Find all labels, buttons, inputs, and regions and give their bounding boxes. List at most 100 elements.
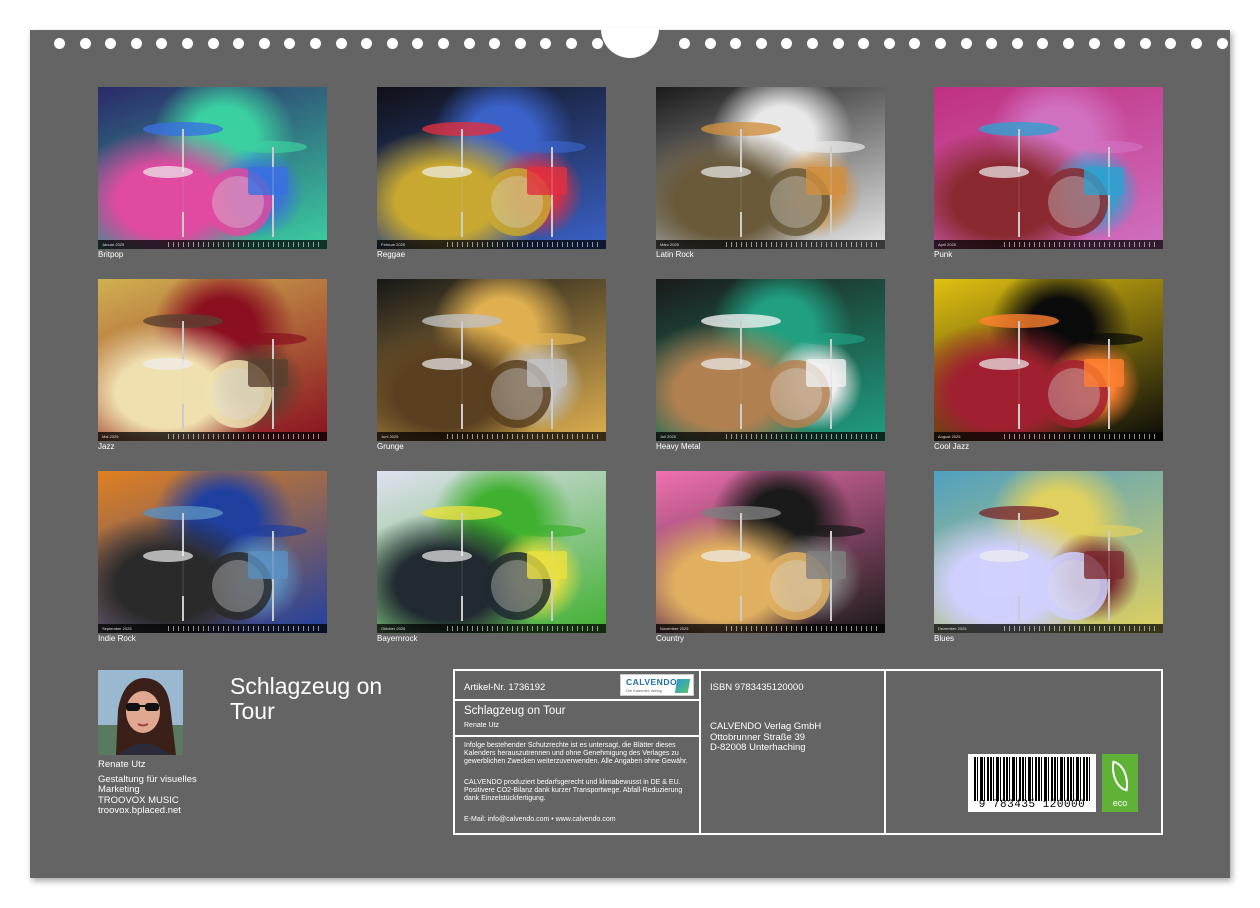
binding-hole	[1088, 38, 1100, 49]
month-name: August 2025	[938, 434, 961, 439]
calvendo-logo: CALVENDO Die Kalender-Verlag	[620, 674, 694, 696]
barcode-bars	[974, 757, 1090, 801]
isbn: ISBN 9783435120000	[710, 682, 804, 693]
day-cells	[726, 626, 881, 631]
binding-hole	[361, 38, 373, 49]
binding-hole	[781, 38, 793, 49]
month-caption: Bayernrock	[377, 634, 418, 643]
month-name: Dezember 2025	[938, 626, 967, 631]
publisher-city: D-82008 Unterhaching	[710, 742, 806, 753]
binding-hole	[386, 38, 398, 49]
month-name: November 2025	[660, 626, 689, 631]
binding-hole	[1063, 38, 1074, 49]
logo-mark-icon	[674, 679, 691, 693]
leaf-icon	[1107, 760, 1133, 792]
drum-kit-illustration	[979, 314, 1143, 429]
logo-tag: Die Kalender-Verlag	[626, 688, 662, 693]
binding-hole	[909, 38, 921, 49]
month-calendar-strip: Juni 2025	[377, 432, 606, 441]
binding-hole	[935, 38, 946, 49]
binding-hole	[730, 38, 742, 49]
binding-hole	[807, 38, 818, 49]
barcode-number: 9 783435 120000	[978, 799, 1086, 811]
day-cells	[168, 242, 323, 247]
calendar-title: Schlagzeug on Tour	[230, 674, 430, 724]
legal-notice: Infolge bestehender Schutzrechte ist es …	[464, 742, 688, 765]
month-caption: Britpop	[98, 250, 124, 259]
author-website: troovox.bplaced.net	[98, 805, 181, 816]
binding-hole	[679, 38, 690, 49]
month-photo: November 2025	[656, 471, 885, 633]
day-cells	[726, 242, 881, 247]
author-photo	[98, 670, 183, 755]
binding-hole	[540, 38, 552, 49]
binding-hole	[1037, 38, 1049, 49]
day-cells	[168, 626, 323, 631]
month-calendar-strip: April 2025	[934, 240, 1163, 249]
info-box: Artikel-Nr. 1736192 CALVENDO Die Kalende…	[453, 669, 1163, 835]
month-calendar-strip: Juli 2025	[656, 432, 885, 441]
month-photo: März 2025	[656, 87, 885, 249]
eco-note: CALVENDO produziert bedarfsgerecht und k…	[464, 779, 683, 802]
binding-hole	[566, 38, 577, 49]
month-photo: Juli 2025	[656, 279, 885, 441]
day-cells	[168, 434, 323, 439]
author-line: Marketing	[98, 784, 140, 795]
binding-hole	[1114, 38, 1126, 49]
binding-hole	[489, 38, 501, 49]
month-caption: Cool Jazz	[934, 442, 970, 451]
month-photo: April 2025	[934, 87, 1163, 249]
article-number: Artikel-Nr. 1736192	[464, 682, 546, 693]
binding-hole	[463, 38, 475, 49]
barcode: 9 783435 120000	[968, 754, 1096, 812]
month-photo: September 2025	[98, 471, 327, 633]
binding-hole	[960, 38, 972, 49]
divider	[455, 699, 701, 701]
month-name: April 2025	[938, 242, 957, 247]
drum-kit-illustration	[422, 506, 586, 621]
day-cells	[447, 434, 602, 439]
day-cells	[447, 242, 602, 247]
month-name: Oktober 2025	[381, 626, 406, 631]
month-calendar-strip: Dezember 2025	[934, 624, 1163, 633]
binding-hole	[438, 38, 449, 49]
book-author: Renate Utz	[464, 722, 500, 729]
eco-badge: eco	[1102, 754, 1138, 812]
day-cells	[1004, 626, 1159, 631]
binding-hole	[858, 38, 870, 49]
day-cells	[1004, 434, 1159, 439]
month-photo: August 2025	[934, 279, 1163, 441]
divider	[699, 671, 701, 833]
drum-kit-illustration	[979, 506, 1143, 621]
month-calendar-strip: Oktober 2025	[377, 624, 606, 633]
month-photo: Oktober 2025	[377, 471, 606, 633]
title-line: Schlagzeug on	[230, 673, 383, 699]
month-name: Februar 2025	[381, 242, 406, 247]
month-caption: Jazz	[98, 442, 115, 451]
binding-hole	[883, 38, 895, 49]
month-photo: Februar 2025	[377, 87, 606, 249]
binding-hole	[412, 38, 424, 49]
divider	[455, 735, 701, 737]
binding-hole	[591, 38, 603, 49]
month-caption: Reggae	[377, 250, 406, 259]
drum-kit-illustration	[701, 506, 865, 621]
binding-hole	[1216, 38, 1228, 49]
month-name: Juli 2025	[660, 434, 677, 439]
month-calendar-strip: Januar 2025	[98, 240, 327, 249]
author-info: Renate Utz Gestaltung für visuelles Mark…	[98, 759, 197, 817]
month-photo: Januar 2025	[98, 87, 327, 249]
binding-hole	[54, 38, 65, 49]
month-name: Januar 2025	[102, 242, 125, 247]
month-name: März 2025	[660, 242, 679, 247]
binding-hole	[310, 38, 321, 49]
publisher-address: CALVENDO Verlag GmbH Ottobrunner Straße …	[710, 721, 821, 754]
eco-label: eco	[1112, 798, 1128, 808]
month-name: Juni 2025	[381, 434, 399, 439]
month-calendar-strip: September 2025	[98, 624, 327, 633]
month-caption: Blues	[934, 634, 955, 643]
day-cells	[447, 626, 602, 631]
month-caption: Heavy Metal	[656, 442, 701, 451]
binding-hole	[105, 38, 117, 49]
month-calendar-strip: März 2025	[656, 240, 885, 249]
